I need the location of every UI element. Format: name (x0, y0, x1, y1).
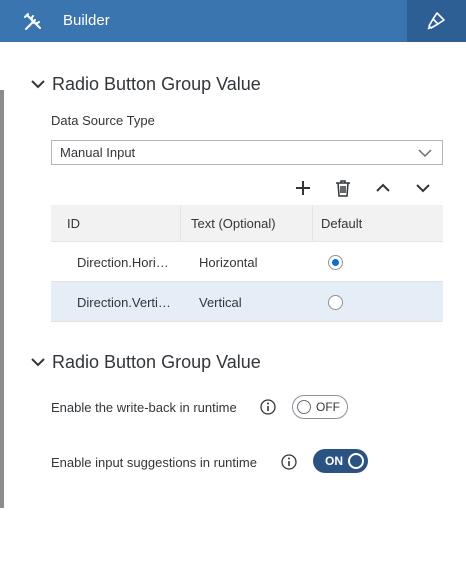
default-radio[interactable] (328, 295, 343, 310)
move-down-button[interactable] (413, 178, 433, 198)
default-radio-selected[interactable] (328, 255, 343, 270)
delete-row-button[interactable] (333, 178, 353, 198)
tools-icon[interactable] (22, 11, 44, 33)
data-source-value: Manual Input (60, 145, 136, 160)
toggle-state: ON (325, 454, 343, 468)
section-title: Radio Button Group Value (52, 351, 261, 372)
column-divider (180, 205, 181, 242)
table-header: ID Text (Optional) Default (51, 205, 443, 242)
toggle-knob (348, 453, 364, 469)
column-header-id: ID (67, 216, 80, 231)
section-title: Radio Button Group Value (52, 73, 261, 94)
plus-icon (296, 181, 310, 195)
builder-header: Builder (0, 0, 466, 42)
trash-icon (336, 180, 350, 197)
table-row[interactable]: Direction.Hori… Horizontal (51, 242, 443, 282)
panel-title: Builder (63, 12, 110, 29)
data-source-select[interactable]: Manual Input (51, 140, 443, 165)
values-table: ID Text (Optional) Default Direction.Hor… (51, 205, 443, 322)
table-row[interactable]: Direction.Verti… Vertical (51, 282, 443, 322)
cell-text: Horizontal (199, 255, 258, 270)
suggestions-toggle[interactable]: ON (313, 449, 368, 473)
column-divider (312, 205, 313, 242)
info-icon[interactable] (260, 399, 276, 415)
add-row-button[interactable] (293, 178, 313, 198)
cell-id: Direction.Verti… (77, 295, 171, 310)
column-header-default: Default (321, 216, 363, 231)
chevron-down-icon (31, 80, 45, 89)
radio-dot (332, 259, 339, 266)
chevron-down-icon (31, 358, 45, 367)
panel-left-edge (0, 90, 4, 508)
move-up-button[interactable] (373, 178, 393, 198)
cell-text: Vertical (199, 295, 242, 310)
section-radio-values-header[interactable]: Radio Button Group Value (30, 72, 261, 96)
data-source-label: Data Source Type (51, 113, 155, 128)
section-radio-values-header-2[interactable]: Radio Button Group Value (30, 350, 261, 374)
writeback-label: Enable the write-back in runtime (51, 400, 237, 415)
writeback-toggle[interactable]: OFF (292, 395, 348, 419)
toggle-state: OFF (316, 400, 340, 414)
suggestions-label: Enable input suggestions in runtime (51, 455, 257, 470)
column-header-text: Text (Optional) (191, 216, 276, 231)
cell-id: Direction.Hori… (77, 255, 169, 270)
styling-tab[interactable] (407, 0, 466, 42)
chevron-down-icon (416, 184, 430, 193)
info-icon[interactable] (281, 454, 297, 470)
chevron-up-icon (376, 183, 390, 192)
toggle-knob (297, 400, 311, 414)
chevron-down-icon (418, 149, 432, 158)
